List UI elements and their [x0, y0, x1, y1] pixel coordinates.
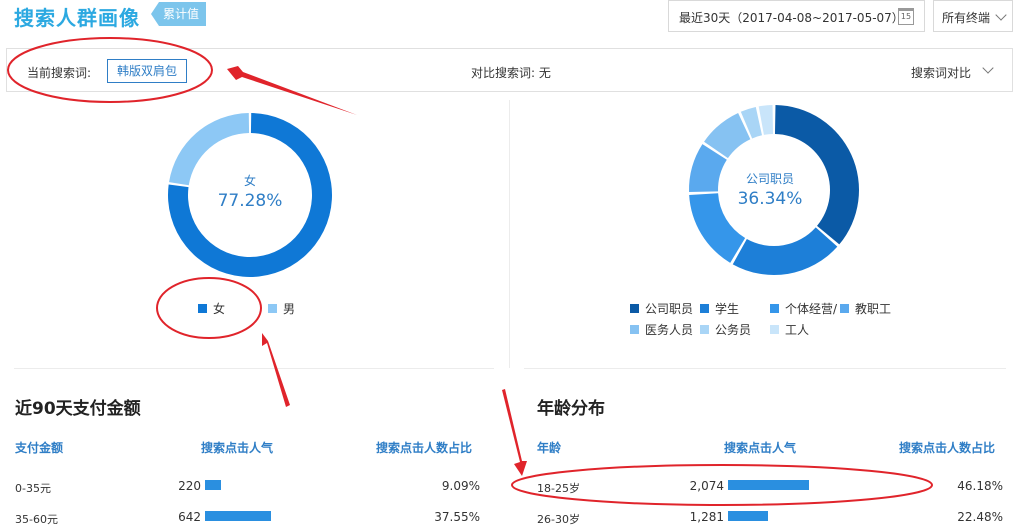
legend-label: 教职工: [855, 302, 892, 316]
terminal-select[interactable]: 所有终端: [933, 0, 1013, 32]
legend-swatch: [700, 304, 709, 313]
calendar-icon[interactable]: 15: [898, 8, 914, 25]
panel-divider-right: [524, 368, 1006, 369]
occupation-legend-office[interactable]: 公司职员: [630, 300, 693, 317]
legend-swatch: [630, 325, 639, 334]
age-row-bar: [728, 511, 768, 521]
payment-row-value: 642: [178, 510, 201, 524]
occupation-legend-medical[interactable]: 医务人员: [630, 321, 693, 338]
current-term-label: 当前搜索词:: [27, 66, 92, 80]
occupation-center-label: 公司职员 36.34%: [710, 170, 830, 209]
age-row-percent: 22.48%: [957, 510, 1003, 524]
payment-row-label: 0-35元: [15, 482, 51, 495]
legend-swatch: [268, 304, 277, 313]
gender-center-category: 女: [243, 174, 256, 188]
legend-label: 学生: [715, 302, 740, 316]
legend-swatch: [840, 304, 849, 313]
age-row-value: 1,281: [689, 510, 724, 524]
gender-center-percent: 77.28%: [217, 191, 283, 211]
legend-swatch: [630, 304, 639, 313]
gender-legend-male[interactable]: 男: [268, 300, 295, 317]
panel-divider-vertical: [509, 100, 510, 368]
occupation-legend-civil-servant[interactable]: 公务员: [700, 321, 751, 338]
occupation-legend-self-employed[interactable]: 个体经营/: [770, 300, 837, 317]
gender-center-label: 女 77.28%: [190, 172, 310, 211]
payment-col-popularity[interactable]: 搜索点击人气: [201, 439, 273, 456]
annotation-arrow-gender: [262, 333, 290, 407]
compare-term-button[interactable]: 搜索词对比: [911, 64, 971, 81]
age-col-age[interactable]: 年龄: [537, 439, 561, 456]
occupation-legend-worker[interactable]: 工人: [770, 321, 809, 338]
terminal-select-value: 所有终端: [942, 11, 991, 25]
legend-label: 工人: [785, 323, 810, 337]
legend-label: 男: [283, 302, 296, 316]
payment-row-label: 35-60元: [15, 513, 58, 526]
payment-row-bar: [205, 480, 221, 490]
date-range-text: 最近30天（2017-04-08~2017-05-07）: [679, 11, 904, 25]
occupation-center-category: 公司职员: [745, 172, 794, 186]
compare-chevron-down-icon[interactable]: [982, 62, 994, 74]
occupation-center-percent: 36.34%: [737, 189, 803, 209]
legend-swatch: [198, 304, 207, 313]
occupation-legend-teacher[interactable]: 教职工: [840, 300, 891, 317]
age-col-ratio[interactable]: 搜索点击人数占比: [899, 439, 995, 456]
occupation-legend-student[interactable]: 学生: [700, 300, 739, 317]
payment-row-percent: 37.55%: [434, 510, 480, 524]
legend-label: 公司职员: [645, 302, 694, 316]
legend-label: 公务员: [715, 323, 752, 337]
age-section-title: 年龄分布: [537, 399, 605, 419]
payment-col-amount[interactable]: 支付金额: [15, 439, 63, 456]
legend-label: 医务人员: [645, 323, 694, 337]
legend-swatch: [770, 304, 779, 313]
payment-row-value: 220: [178, 479, 201, 493]
current-term-tag[interactable]: 韩版双肩包: [107, 59, 187, 83]
payment-col-ratio[interactable]: 搜索点击人数占比: [376, 439, 472, 456]
legend-label: 个体经营/: [785, 302, 838, 316]
age-row-value: 2,074: [689, 479, 724, 493]
panel-divider-left: [14, 368, 494, 369]
payment-row-bar: [205, 511, 271, 521]
donut-slice[interactable]: [732, 227, 838, 275]
age-row-bar: [728, 480, 809, 490]
payment-row-percent: 9.09%: [441, 479, 480, 493]
legend-label: 女: [213, 302, 226, 316]
age-col-popularity[interactable]: 搜索点击人气: [724, 439, 796, 456]
chevron-down-icon: [995, 9, 1007, 21]
date-range-picker[interactable]: 最近30天（2017-04-08~2017-05-07） 15: [668, 0, 925, 32]
annotation-arrow-age: [502, 389, 527, 476]
cumulative-badge: 累计值: [151, 2, 207, 26]
legend-swatch: [770, 325, 779, 334]
age-row-label: 18-25岁: [537, 482, 580, 495]
gender-legend-female[interactable]: 女: [198, 300, 225, 317]
age-row-label: 26-30岁: [537, 513, 580, 526]
payment-section-title: 近90天支付金额: [15, 399, 141, 419]
page-title: 搜索人群画像: [14, 6, 140, 30]
age-row-percent: 46.18%: [957, 479, 1003, 493]
search-term-bar: 当前搜索词: 韩版双肩包 对比搜索词: 无 搜索词对比: [6, 48, 1013, 92]
legend-swatch: [700, 325, 709, 334]
compare-term-label: 对比搜索词: 无: [471, 66, 551, 80]
